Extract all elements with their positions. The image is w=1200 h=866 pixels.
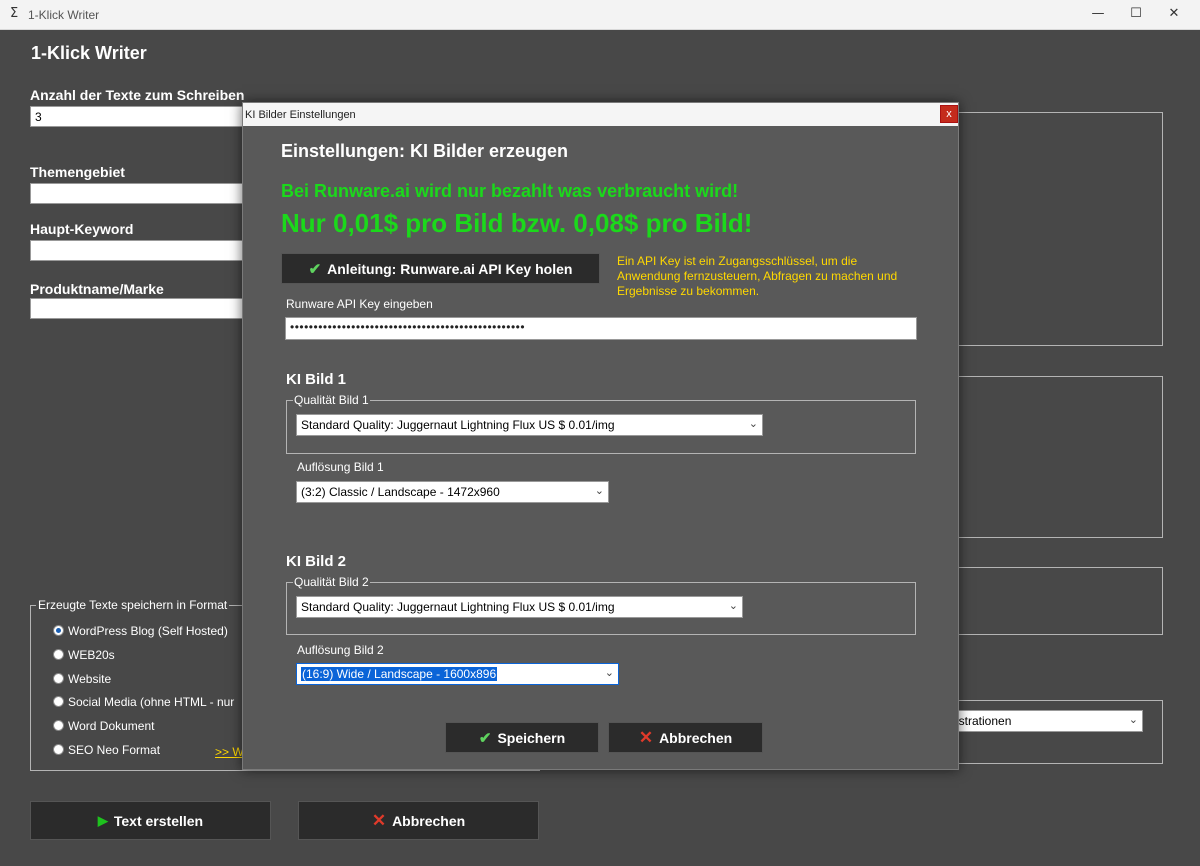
format-option-website[interactable]: Website [53,672,111,688]
maximize-button[interactable]: ☐ [1116,0,1156,30]
format-group-legend: Erzeugte Texte speichern in Format [36,598,230,612]
format-option-label: WEB20s [68,648,115,662]
format-option-web20s[interactable]: WEB20s [53,648,115,664]
create-text-label: Text erstellen [113,812,204,829]
format-option-label: Word Dokument [68,719,155,733]
api-key-guide-button[interactable]: ✔ Anleitung: Runware.ai API Key holen [281,253,600,284]
chevron-down-icon: ⌄ [748,417,758,430]
text-count-input[interactable]: 3 [30,106,245,127]
chevron-down-icon: ⌄ [594,484,604,497]
illustration-select[interactable]: ustrationen ⌄ [947,710,1143,732]
image2-quality-legend: Qualität Bild 2 [293,575,370,589]
text-count-label: Anzahl der Texte zum Schreiben [30,87,245,103]
format-option-wordpress[interactable]: WordPress Blog (Self Hosted) [53,624,228,640]
format-option-label: WordPress Blog (Self Hosted) [68,624,228,638]
main-cancel-label: Abbrechen [392,812,466,829]
dialog-heading: Einstellungen: KI Bilder erzeugen [281,141,569,161]
keyword-label: Haupt-Keyword [30,221,134,237]
close-window-button[interactable]: ✕ [1154,0,1194,30]
radio-icon [53,696,64,707]
cross-icon: ✕ [638,728,654,747]
right-panel-lower [950,567,1163,635]
window-titlebar: Σ 1-Klick Writer — ☐ ✕ [0,0,1200,30]
illustration-select-value: ustrationen [952,714,1012,728]
topic-label: Themengebiet [30,164,125,180]
image2-resolution-select[interactable]: (16:9) Wide / Landscape - 1600x896 ⌄ [296,663,619,685]
keyword-input[interactable] [30,240,245,261]
image2-quality-select[interactable]: Standard Quality: Juggernaut Lightning F… [296,596,743,618]
format-option-label: Social Media (ohne HTML - nur [68,695,235,709]
cross-icon: ✕ [371,811,387,830]
save-button[interactable]: ✔ Speichern [445,722,599,753]
check-icon: ✔ [478,729,492,747]
radio-icon [53,744,64,755]
dialog-title: KI Bilder Einstellungen [245,109,356,121]
image1-resolution-select[interactable]: (3:2) Classic / Landscape - 1472x960 ⌄ [296,481,609,503]
chevron-down-icon: ⌄ [1128,713,1138,726]
radio-icon [53,720,64,731]
image1-section-title: KI Bild 1 [286,371,347,388]
api-key-label: Runware API Key eingeben [286,297,433,311]
format-option-seo-neo[interactable]: SEO Neo Format [53,743,160,759]
product-input[interactable] [30,298,245,319]
play-icon: ▶ [97,812,108,828]
api-key-input[interactable]: ••••••••••••••••••••••••••••••••••••••••… [285,317,917,340]
right-panel-top [950,112,1163,346]
format-help-link[interactable]: >> W [215,745,244,759]
dialog-cancel-label: Abbrechen [659,729,733,746]
image1-quality-value: Standard Quality: Juggernaut Lightning F… [301,418,615,432]
image2-resolution-value: (16:9) Wide / Landscape - 1600x896 [301,667,498,681]
radio-icon [53,673,64,684]
save-label: Speichern [497,729,566,746]
product-label: Produktname/Marke [30,281,164,297]
right-panel-middle [950,376,1163,538]
topic-input[interactable] [30,183,245,204]
dialog-titlebar: KI Bilder Einstellungen x [243,103,958,126]
page-title: 1-Klick Writer [31,43,147,63]
image1-resolution-label: Auflösung Bild 1 [297,460,384,474]
chevron-down-icon: ⌄ [728,599,738,612]
check-icon: ✔ [308,260,322,278]
main-cancel-button[interactable]: ✕ Abbrechen [298,801,539,840]
promo-line-2: Nur 0,01$ pro Bild bzw. 0,08$ pro Bild! [281,208,753,238]
format-option-label: Website [68,672,112,686]
image1-quality-legend: Qualität Bild 1 [293,393,370,407]
image1-resolution-value: (3:2) Classic / Landscape - 1472x960 [301,485,500,499]
api-key-guide-label: Anleitung: Runware.ai API Key holen [327,260,573,277]
api-key-info-text: Ein API Key ist ein Zugangsschlüssel, um… [617,254,898,298]
dialog-cancel-button[interactable]: ✕ Abbrechen [608,722,763,753]
dialog-close-button[interactable]: x [940,105,958,123]
chevron-down-icon: ⌄ [604,666,614,679]
image2-resolution-label: Auflösung Bild 2 [297,643,384,657]
create-text-button[interactable]: ▶ Text erstellen [30,801,271,840]
image2-quality-value: Standard Quality: Juggernaut Lightning F… [301,600,615,614]
radio-icon [53,625,64,636]
ki-images-dialog: KI Bilder Einstellungen x Einstellungen:… [242,102,959,770]
radio-icon [53,649,64,660]
promo-line-1: Bei Runware.ai wird nur bezahlt was verb… [281,181,739,201]
format-option-word[interactable]: Word Dokument [53,719,154,735]
window-title: 1-Klick Writer [28,8,100,22]
format-option-label: SEO Neo Format [68,743,161,757]
app-icon: Σ [10,6,19,21]
image2-section-title: KI Bild 2 [286,553,347,570]
minimize-button[interactable]: — [1078,0,1118,30]
format-option-social-media[interactable]: Social Media (ohne HTML - nur [53,695,234,711]
image1-quality-select[interactable]: Standard Quality: Juggernaut Lightning F… [296,414,763,436]
